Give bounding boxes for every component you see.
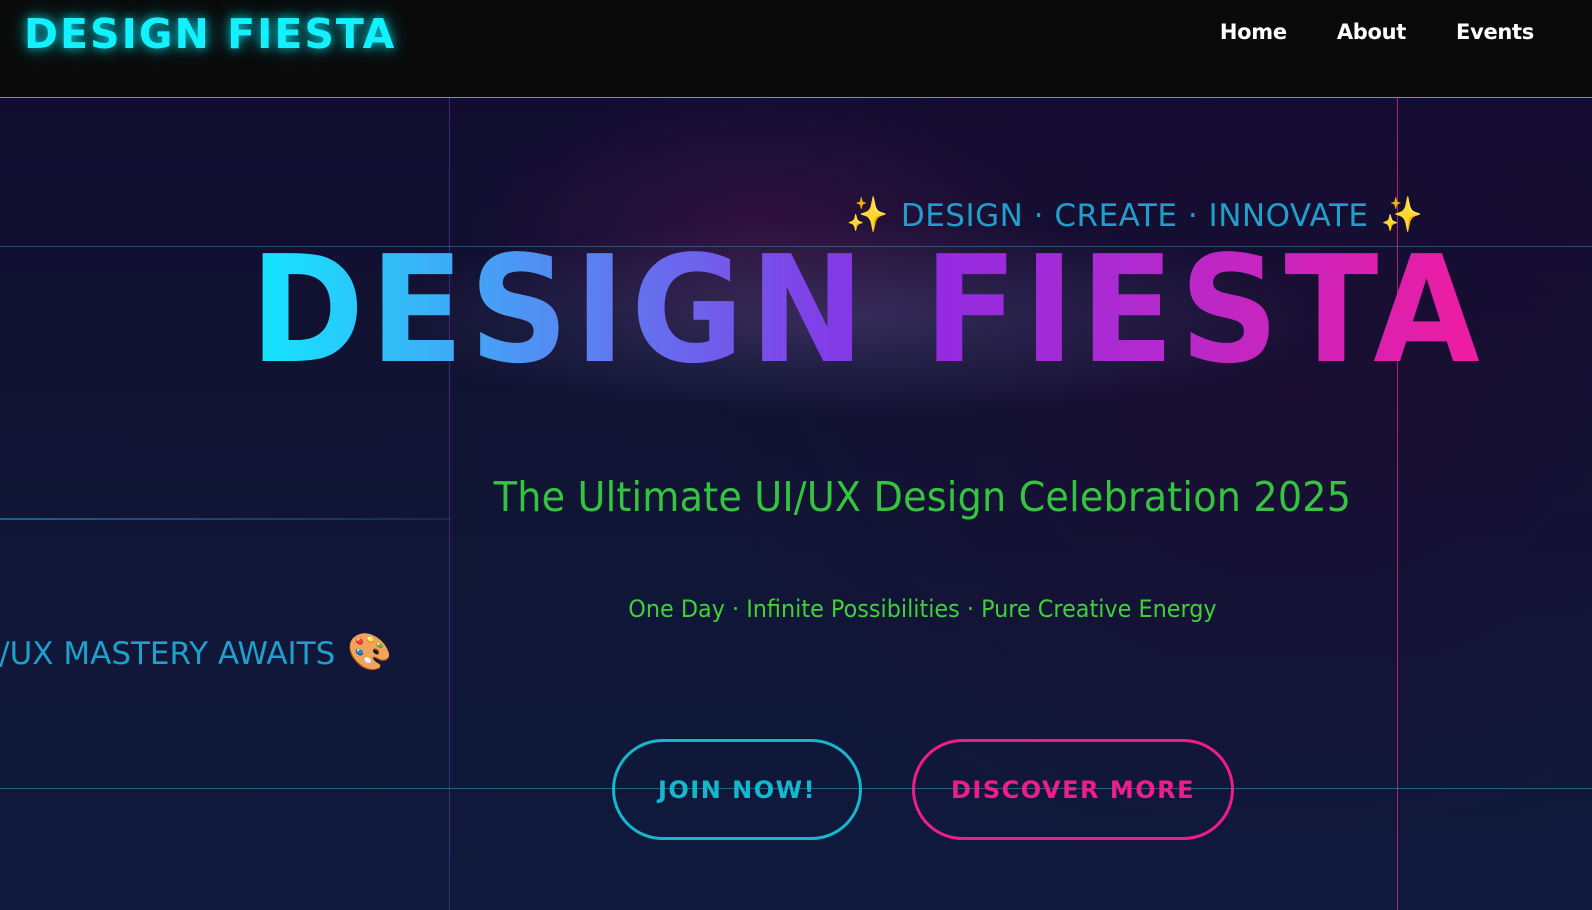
- discover-more-button[interactable]: DISCOVER MORE: [912, 739, 1234, 840]
- hero-subtitle: The Ultimate UI/UX Design Celebration 20…: [493, 473, 1352, 521]
- hero-title: DESIGN FIESTA: [250, 224, 1486, 396]
- hero-subline: One Day · Infinite Possibilities · Pure …: [628, 595, 1217, 623]
- nav-link-about[interactable]: About: [1337, 20, 1407, 44]
- hero-section: ✨ DESIGN · CREATE · INNOVATE ✨ DESIGN FIES…: [0, 98, 1592, 910]
- palette-icon: 🎨: [347, 632, 393, 673]
- join-now-button[interactable]: JOIN NOW!: [612, 739, 862, 840]
- nav-link-events[interactable]: Events: [1456, 20, 1534, 44]
- site-logo[interactable]: DESIGN FIESTA: [24, 10, 396, 58]
- main-nav: Home About Events: [1220, 20, 1534, 44]
- scrolling-marquee: I/UX MASTERY AWAITS 🎨: [0, 631, 392, 673]
- nav-link-home[interactable]: Home: [1220, 20, 1287, 44]
- top-navbar: DESIGN FIESTA Home About Events: [0, 0, 1592, 98]
- marquee-text: I/UX MASTERY AWAITS: [0, 636, 336, 672]
